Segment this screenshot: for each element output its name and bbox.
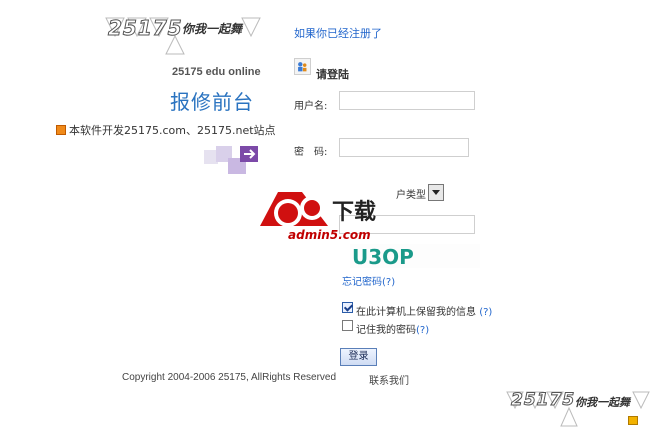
password-field[interactable]: [339, 138, 469, 157]
forgot-help-link[interactable]: (?): [382, 277, 395, 288]
chevron-down-icon[interactable]: [428, 184, 444, 201]
remember-password-row: 记住我的密码(?): [356, 321, 429, 336]
captcha-image: U3OP: [350, 244, 480, 268]
username-label: 用户名:: [294, 101, 328, 112]
footer-logo-slogan: 你我一起舞: [575, 396, 630, 409]
forgot-password-label[interactable]: 忘记密码: [342, 277, 382, 288]
admin5-watermark: 下载 admin5.com: [258, 186, 400, 244]
login-button[interactable]: 登录: [340, 348, 377, 366]
watermark-download-text: 下载: [332, 200, 377, 225]
dev-notice: 本软件开发25175.com、25175.net站点: [56, 122, 276, 138]
logo-number: 25175: [108, 16, 183, 41]
contact-us-link[interactable]: 联系我们: [369, 372, 409, 387]
login-arrow-icon: [204, 146, 258, 174]
remember-info-help-link[interactable]: (?): [479, 307, 492, 318]
user-login-icon: [294, 58, 311, 75]
already-registered-link[interactable]: 如果你已经注册了: [294, 25, 382, 41]
notice-icon: [56, 125, 66, 135]
remember-password-help-link[interactable]: (?): [416, 325, 429, 336]
username-field[interactable]: [339, 91, 475, 110]
brand-logo: 25175 你我一起舞: [104, 14, 264, 58]
user-type-value: 户类型: [396, 190, 426, 201]
password-label: 密 码:: [294, 147, 328, 158]
captcha-text: U3OP: [352, 245, 414, 268]
remember-info-label: 在此计算机上保留我的信息: [356, 307, 476, 318]
remember-password-label: 记住我的密码: [356, 325, 416, 336]
forgot-password-link[interactable]: 忘记密码(?): [342, 273, 395, 288]
logo-slogan: 你我一起舞: [182, 22, 243, 36]
chat-icon: [628, 416, 638, 425]
watermark-site-text: admin5.com: [288, 228, 371, 242]
dev-notice-text: 本软件开发25175.com、25175.net站点: [69, 124, 276, 137]
edu-online-text: 25175 edu online: [172, 66, 261, 78]
remember-info-row: 在此计算机上保留我的信息 (?): [356, 303, 492, 318]
page-title: 报修前台: [170, 90, 254, 114]
remember-password-checkbox[interactable]: [342, 320, 353, 331]
login-heading: 请登陆: [316, 68, 349, 81]
footer-logo-number: 25175: [510, 390, 576, 411]
copyright-text: Copyright 2004-2006 25175, AllRights Res…: [122, 372, 337, 383]
remember-info-checkbox[interactable]: [342, 302, 353, 313]
